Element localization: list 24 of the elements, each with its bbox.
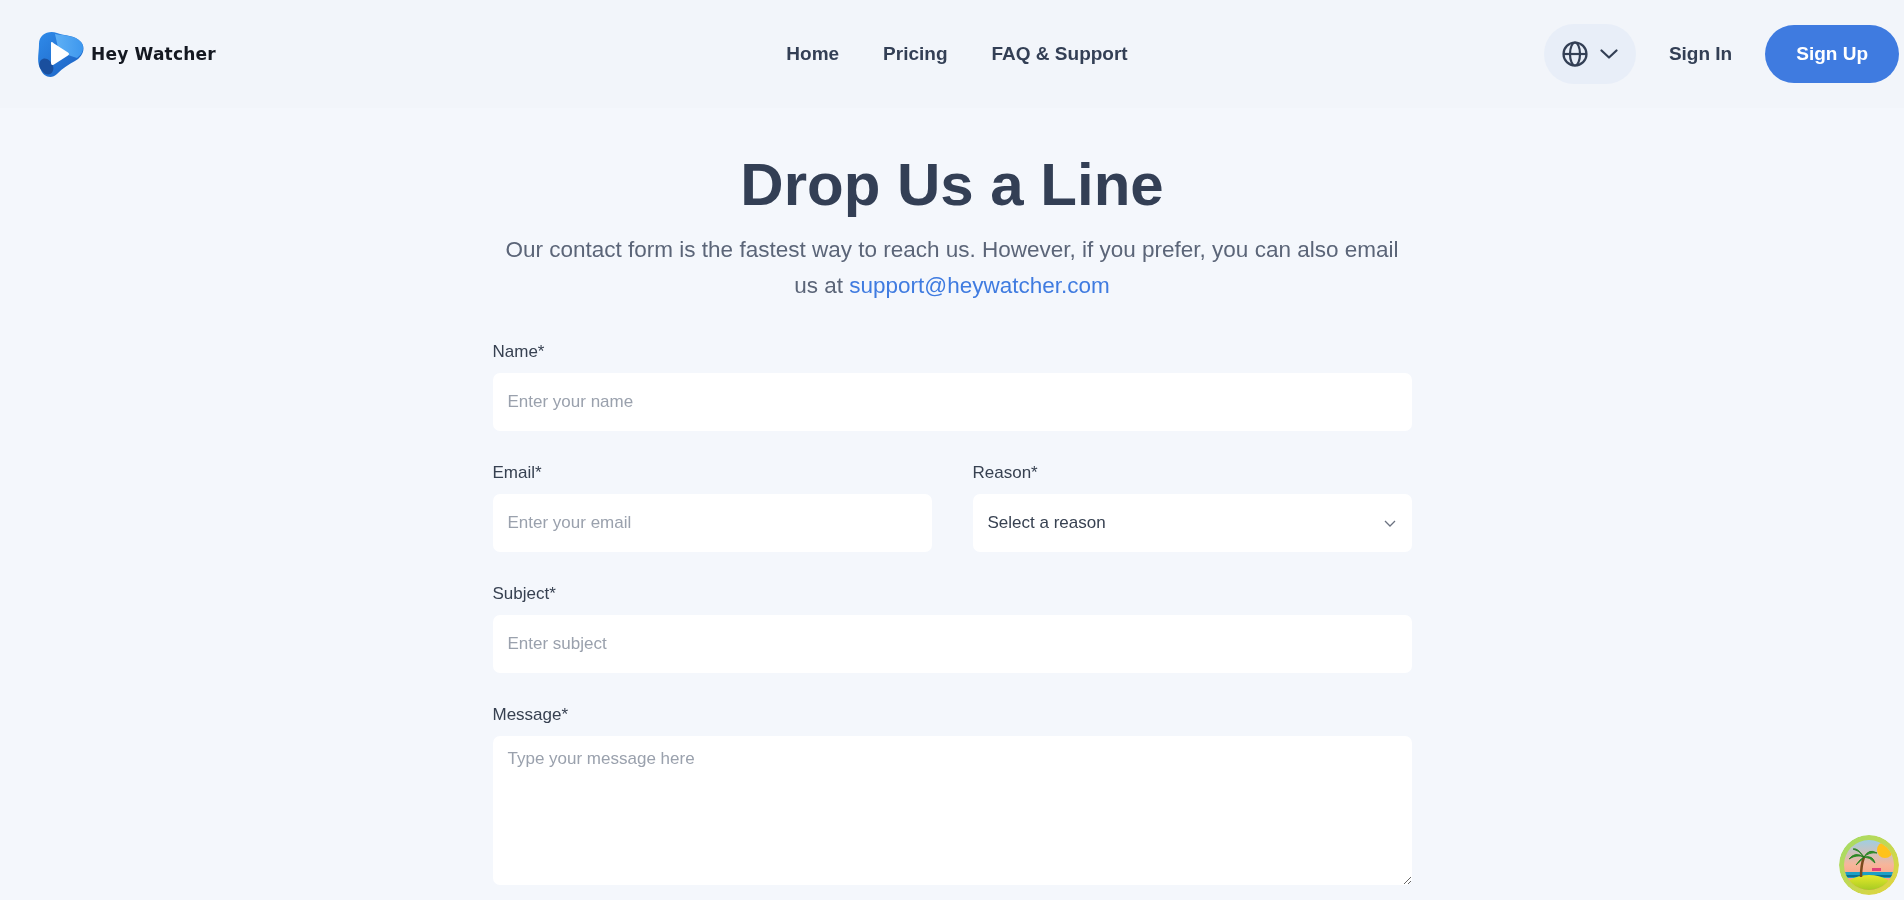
globe-icon <box>1561 41 1588 67</box>
field-label: Subject* <box>492 583 557 605</box>
chevron-down-icon <box>1383 519 1396 527</box>
field-label: Message* <box>492 704 570 726</box>
island-badge-icon[interactable] <box>1839 835 1899 895</box>
sign-in-link[interactable]: Sign In <box>1668 43 1733 65</box>
page-title: Drop Us a Line <box>740 150 1164 220</box>
field-label: Name* <box>492 341 546 363</box>
field-label: Reason* <box>972 462 1039 484</box>
nav-link[interactable]: FAQ & Support <box>991 43 1128 65</box>
intro-text: Our contact form is the fastest way to reach us. However, if you prefer, you can also email us at support@heywatcher.com <box>504 236 1400 300</box>
field-label: Email* <box>492 462 543 484</box>
chevron-down-icon <box>1599 49 1618 59</box>
input-field[interactable]: Enter your email <box>492 494 932 552</box>
email-link[interactable]: support@heywatcher.com <box>849 273 1110 298</box>
select-field[interactable]: Select a reason <box>972 494 1412 552</box>
sign-up-button[interactable]: Sign Up <box>1765 25 1899 83</box>
logo-text[interactable]: Hey Watcher <box>91 44 216 64</box>
message-field[interactable]: Type your message here <box>492 736 1412 885</box>
input-field[interactable]: Enter your name <box>492 373 1412 431</box>
nav-link[interactable]: Home <box>786 43 840 65</box>
nav-link[interactable]: Pricing <box>883 43 948 65</box>
logo-icon <box>35 30 85 78</box>
input-field[interactable]: Enter subject <box>492 615 1412 673</box>
